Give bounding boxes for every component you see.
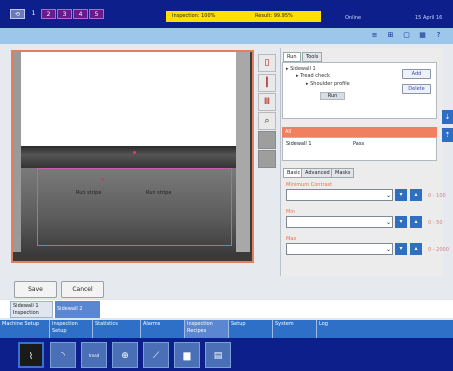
status-inspection: Inspection: 100% xyxy=(166,11,221,22)
delete-button[interactable]: Delete xyxy=(402,84,431,94)
min-input[interactable] xyxy=(286,216,393,228)
tree-item-label: Tread check xyxy=(300,73,330,79)
list-icon[interactable]: ≡ xyxy=(370,30,379,41)
thumbnail-line-icon[interactable]: ⟋ xyxy=(143,342,169,368)
tab-masks[interactable]: Masks xyxy=(331,168,355,178)
nav-inspection-recipes[interactable]: Inspection Recipes xyxy=(185,320,229,338)
nav-statistics[interactable]: Statistics xyxy=(93,320,141,338)
decrease-button[interactable]: ▾ xyxy=(395,189,407,201)
nav-setup[interactable]: Setup xyxy=(229,320,273,338)
tree-item[interactable]: ▸ Tread check xyxy=(296,73,330,79)
increase-button[interactable]: ▴ xyxy=(410,189,422,201)
tool-top-icon[interactable]: ▯ xyxy=(258,54,276,72)
increase-button[interactable]: ▴ xyxy=(410,216,422,228)
thumbnail-tread-icon[interactable]: tread xyxy=(81,342,107,368)
field-label-max: Max xyxy=(286,236,297,242)
thumbnail-bar-icon[interactable]: ▆ xyxy=(174,342,200,368)
thumbnail-sidewall-icon[interactable]: ⌇ xyxy=(18,342,44,368)
nav-system[interactable]: System xyxy=(273,320,317,338)
roi-marker[interactable] xyxy=(133,151,136,154)
toolbar-number-4[interactable]: 4 xyxy=(73,9,88,19)
toolbar-number-2[interactable]: 2 xyxy=(41,9,56,19)
contrast-input[interactable] xyxy=(286,189,393,201)
decrease-button[interactable]: ▾ xyxy=(395,216,407,228)
chevron-down-icon[interactable]: ⌄ xyxy=(386,246,391,253)
info-right: Pass xyxy=(353,141,365,147)
tree-item-label: Shoulder profile xyxy=(310,81,350,87)
tab-sidewall-2[interactable]: Sidewall 2 xyxy=(55,301,100,318)
chevron-down-icon[interactable]: ⌄ xyxy=(386,219,391,226)
max-input[interactable] xyxy=(286,243,393,255)
tool-slot[interactable] xyxy=(258,150,276,168)
camera-image-band xyxy=(21,146,236,168)
cancel-button[interactable]: Cancel xyxy=(61,281,104,298)
online-status: Online xyxy=(345,15,362,21)
tab-run[interactable]: Run xyxy=(283,52,301,62)
save-button[interactable]: Save xyxy=(14,281,57,298)
layout-icon[interactable]: ▦ xyxy=(418,30,427,41)
tree-run-badge[interactable]: Run xyxy=(320,92,345,100)
measure-icon[interactable]: ┃ xyxy=(258,74,276,92)
tab-sidewall-1[interactable]: Sidewall 1 Inspection xyxy=(10,301,53,318)
increase-button[interactable]: ▴ xyxy=(410,243,422,255)
status-result: Result: 99.95% xyxy=(221,11,321,22)
range-text: 0 - 2000 xyxy=(428,247,449,253)
roi-label-left: Run stripe xyxy=(76,190,102,196)
tree-item-label: Sidewall 1 xyxy=(290,66,316,72)
window-icon[interactable]: ▢ xyxy=(402,30,411,41)
nav-alarms[interactable]: Alarms xyxy=(141,320,185,338)
grid-icon[interactable]: ⊞ xyxy=(386,30,395,41)
thumbnail-curve-icon[interactable]: ◝ xyxy=(50,342,76,368)
nav-log[interactable]: Log xyxy=(317,320,453,338)
section-header: All xyxy=(282,127,437,137)
toolbar-number-3[interactable]: 3 xyxy=(57,9,72,19)
field-label-min: Min xyxy=(286,209,295,215)
toolbar-number-1[interactable]: 1 xyxy=(26,9,41,19)
datetime: 15 April 16 xyxy=(415,15,443,21)
tree-item[interactable]: ▸ Sidewall 1 xyxy=(286,66,316,72)
chevron-down-icon[interactable]: ⌄ xyxy=(386,192,391,199)
nav-machine-setup[interactable]: Machine Setup xyxy=(0,320,50,338)
expand-up-icon[interactable]: ⇡ xyxy=(442,128,453,142)
tab-tools[interactable]: Tools xyxy=(302,52,323,62)
range-text: 0 - 50 xyxy=(428,220,443,226)
roi-handle[interactable] xyxy=(101,178,104,181)
home-button[interactable]: ⟲ xyxy=(10,9,25,19)
zoom-icon[interactable]: ⌕ xyxy=(258,112,276,130)
roi-label-right: Run stripe xyxy=(146,190,172,196)
range-text: 0 - 100 xyxy=(428,193,446,199)
thumbnail-target-icon[interactable]: ⊕ xyxy=(112,342,138,368)
decrease-button[interactable]: ▾ xyxy=(395,243,407,255)
tool-slot[interactable] xyxy=(258,131,276,149)
multi-measure-icon[interactable]: Ⅲ xyxy=(258,93,276,111)
tree-item[interactable]: ▸ Shoulder profile xyxy=(306,81,350,87)
image-right-margin xyxy=(236,52,250,252)
roi-rectangle[interactable] xyxy=(37,168,232,246)
info-left: Sidewall 1 xyxy=(286,141,312,147)
image-left-margin xyxy=(13,52,21,252)
thumbnail-stack-icon[interactable]: ▤ xyxy=(205,342,231,368)
field-label-contrast: Minimum Contrast xyxy=(286,182,333,188)
expand-down-icon[interactable]: ⇣ xyxy=(442,110,453,124)
toolbar-number-5[interactable]: 5 xyxy=(89,9,104,19)
help-icon[interactable]: ? xyxy=(434,30,443,41)
add-button[interactable]: Add xyxy=(402,69,431,79)
nav-inspection-setup[interactable]: Inspection Setup xyxy=(50,320,93,338)
camera-image-upper xyxy=(21,52,236,146)
tab-advanced[interactable]: Advanced xyxy=(301,168,334,178)
